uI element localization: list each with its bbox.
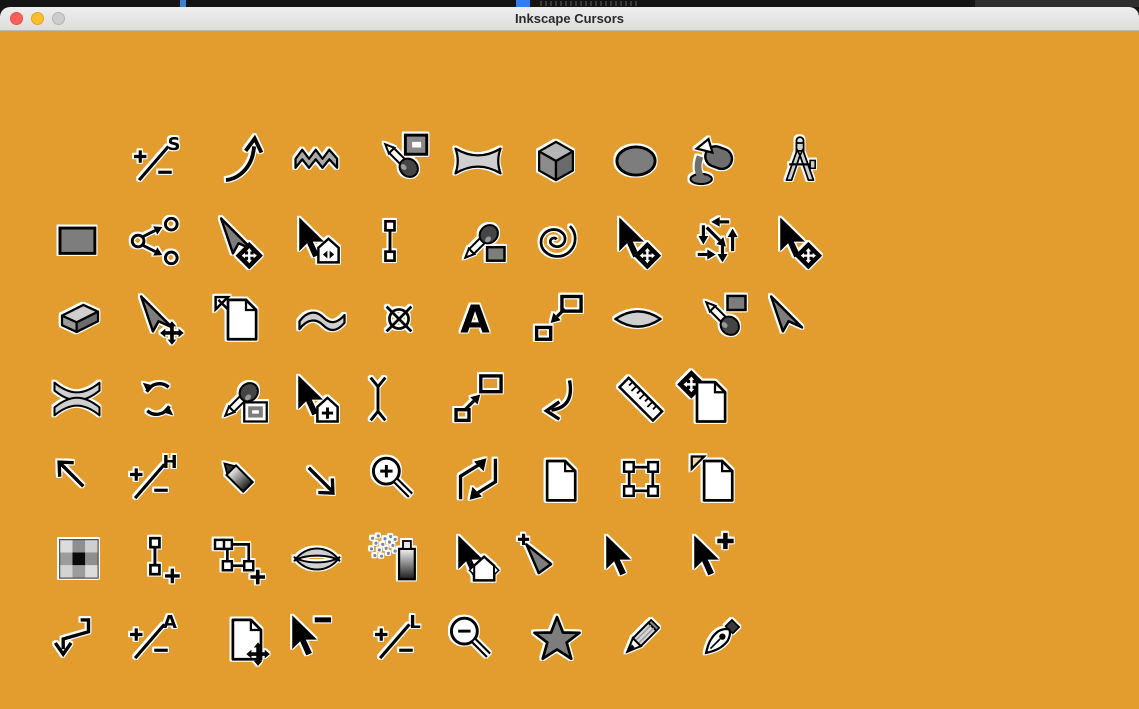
- svg-text:H: H: [162, 452, 177, 473]
- window-title: Inkscape Cursors: [0, 7, 1139, 30]
- arrow-plain-icon: [595, 532, 649, 586]
- node-segment-icon: [363, 214, 417, 268]
- line-adjust-a-icon: A: [125, 612, 179, 666]
- arrow-add-icon: [683, 532, 737, 586]
- rectangle-shape-icon: [51, 214, 105, 268]
- zoom-out-icon: [443, 612, 497, 666]
- thin-arrow-nw-icon: [49, 452, 103, 506]
- close-button[interactable]: [10, 12, 23, 25]
- gray-arrow-icon: [761, 292, 815, 346]
- svg-text:A: A: [163, 612, 177, 633]
- page-move-cross-icon: [216, 612, 270, 666]
- ellipse-shape-icon: [609, 134, 663, 188]
- gray-dart-add-icon: [514, 532, 568, 586]
- arrow-gradient-stop-icon: [447, 532, 501, 586]
- bend-arrows-icon: [451, 452, 505, 506]
- pencil-tool-icon: [613, 612, 667, 666]
- zoom-in-icon: [365, 452, 419, 506]
- scale-up-icon: [451, 372, 505, 426]
- dropper-pick-square-icon: [375, 134, 429, 188]
- window-titlebar[interactable]: Inkscape Cursors: [0, 7, 1139, 31]
- zigzag-path-icon: [291, 134, 345, 188]
- connector-tool-icon: [128, 214, 182, 268]
- selection-handles-icon: [614, 452, 668, 506]
- svg-text:A: A: [460, 298, 490, 343]
- star-shape-icon: [530, 612, 584, 666]
- lens-waves-icon: [290, 532, 344, 586]
- minimize-button[interactable]: [31, 12, 44, 25]
- page-corner-flag-icon: [685, 452, 739, 506]
- page-blank-icon: [528, 452, 582, 506]
- inkscape-cursors-window: Inkscape Cursors S A H A L: [0, 7, 1139, 709]
- crossing-waves-icon: [50, 372, 104, 426]
- cursor-grid: S A H A L: [0, 31, 1139, 709]
- scale-down-icon: [531, 292, 585, 346]
- gray-arrow-move-diamond-icon: [211, 214, 265, 268]
- arrow-move-diamond-alt-icon: [769, 214, 823, 268]
- background-texture: [540, 1, 640, 6]
- zoom-button-disabled: [52, 12, 65, 25]
- rotate-arrows-icon: [131, 372, 185, 426]
- arrow-gradient-add-icon: [287, 372, 341, 426]
- checkerboard-icon: [52, 532, 106, 586]
- curve-arrow-up-icon: [217, 134, 271, 188]
- line-adjust-h-icon: H: [125, 452, 179, 506]
- background-accent: [180, 0, 186, 7]
- box-3d-flat-icon: [53, 292, 107, 346]
- page-move-diamond-icon: [679, 372, 733, 426]
- arrow-remove-icon: [281, 612, 335, 666]
- dropper-pick-fill-icon: [455, 214, 509, 268]
- gray-arrow-move-icon: [131, 292, 185, 346]
- thin-arrow-se-icon: [293, 452, 347, 506]
- svg-text:S: S: [168, 134, 181, 155]
- spray-can-icon: [367, 532, 421, 586]
- marker-pen-icon: [213, 452, 267, 506]
- ruler-measure-icon: [614, 372, 668, 426]
- background-accent-blue: [516, 0, 530, 7]
- arrow-gradient-h-icon: [288, 214, 342, 268]
- pinched-band-icon: [451, 134, 505, 188]
- push-arrows-icon: [691, 214, 745, 268]
- lens-shape-icon: [611, 292, 665, 346]
- node-segment-add-icon: [133, 532, 187, 586]
- traffic-light-buttons: [10, 12, 65, 25]
- selection-handles-add-icon: [215, 532, 269, 586]
- arrow-move-diamond-icon: [608, 214, 662, 268]
- line-adjust-l-icon: L: [370, 612, 424, 666]
- elbow-arrow-down-icon: [48, 612, 102, 666]
- dropper-framed-swatch-icon: [215, 372, 269, 426]
- page-import-icon: [210, 292, 264, 346]
- pen-nib-icon: [693, 612, 747, 666]
- wave-path-icon: [295, 292, 349, 346]
- spiral-shape-icon: [528, 214, 582, 268]
- paint-bucket-icon: [686, 134, 740, 188]
- curve-arrow-down-left-icon: [529, 372, 583, 426]
- measuring-compass-icon: [773, 134, 827, 188]
- line-adjust-s-icon: S: [129, 134, 183, 188]
- forked-node-icon: [351, 372, 405, 426]
- no-drop-circle-icon: [372, 292, 426, 346]
- text-a-icon: A: [448, 292, 502, 346]
- svg-text:L: L: [409, 612, 420, 633]
- dropper-pick-square-2-icon: [696, 292, 750, 346]
- background-accent-gray: [975, 0, 1139, 7]
- cube-3d-icon: [529, 134, 583, 188]
